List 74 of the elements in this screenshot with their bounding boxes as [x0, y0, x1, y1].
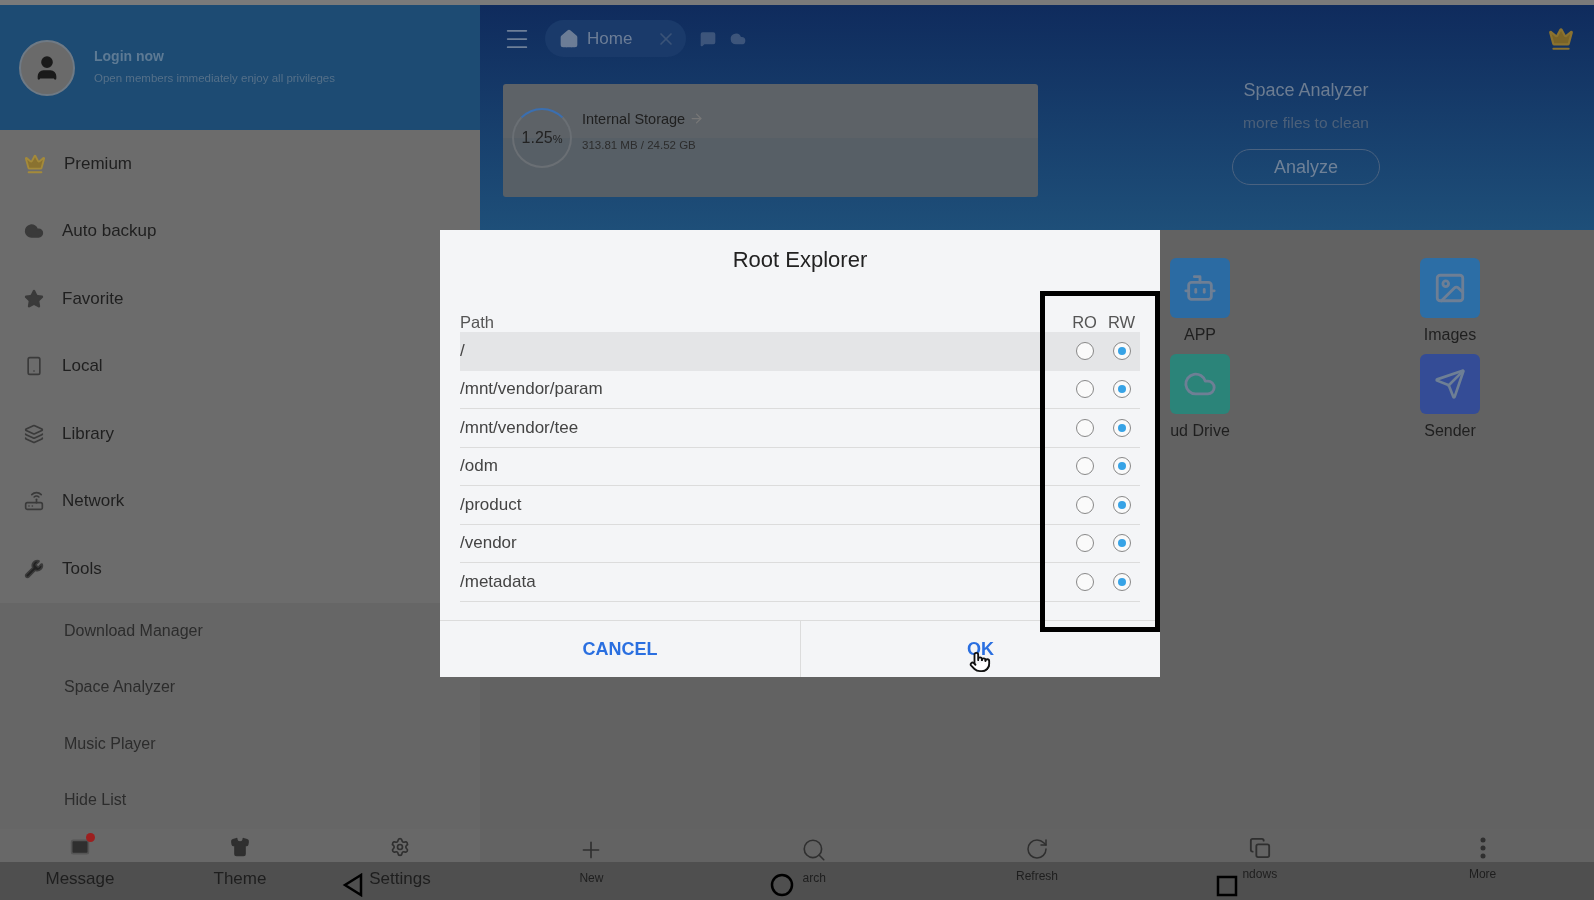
drawer-item-label[interactable]: Premium	[64, 153, 132, 174]
path-row[interactable]: /	[460, 332, 1140, 371]
storage-card[interactable]: 1.25% Internal Storage 313.81 MB / 24.52 GB	[503, 84, 1038, 197]
path-row[interactable]: /odm	[460, 447, 1140, 486]
star-icon	[24, 288, 44, 309]
wrench-icon	[24, 558, 44, 579]
path-text: /mnt/vendor/param	[460, 379, 604, 400]
path-text: /odm	[460, 456, 499, 477]
home-icon	[559, 28, 579, 49]
crown-icon[interactable]	[1548, 25, 1574, 52]
login-title[interactable]: Login now	[94, 47, 335, 64]
arrow-icon	[689, 111, 705, 126]
windows-icon	[1248, 837, 1271, 859]
radio-button[interactable]	[1112, 457, 1131, 476]
path-text: /vendor	[460, 533, 518, 554]
drawer-item-label[interactable]: Tools	[62, 558, 102, 579]
home-circle-icon[interactable]	[770, 873, 794, 897]
message-icon[interactable]	[700, 30, 717, 47]
settings-icon	[390, 837, 410, 857]
path-row[interactable]: /mnt/vendor/tee	[460, 409, 1140, 448]
path-text: /mnt/vendor/tee	[460, 417, 580, 438]
drawer-item-label[interactable]: Library	[62, 423, 114, 444]
path-row[interactable]: /product	[460, 486, 1140, 525]
layers-icon	[24, 423, 44, 444]
radio-button[interactable]	[1075, 342, 1094, 361]
phone-icon	[24, 356, 44, 377]
radio-button[interactable]	[1075, 380, 1094, 399]
path-row[interactable]: /metadata	[460, 563, 1140, 602]
path-row[interactable]: /mnt/vendor/param	[460, 370, 1140, 409]
shortcut-label: Images	[1423, 326, 1477, 344]
path-text: /metadata	[460, 571, 537, 592]
radio-button[interactable]	[1075, 572, 1094, 591]
usage-percent: 1.25%	[521, 128, 563, 147]
drawer-subitem[interactable]: Music Player	[0, 715, 480, 772]
radio-button[interactable]	[1112, 380, 1131, 399]
back-icon[interactable]	[342, 873, 364, 897]
radio-button[interactable]	[1112, 534, 1131, 553]
router-icon	[24, 491, 44, 512]
drawer-item-label[interactable]: Network	[62, 491, 125, 512]
dialog-title: Root Explorer	[731, 247, 869, 274]
ok-button[interactable]: OK	[800, 621, 1160, 677]
column-header: RO	[1071, 313, 1098, 332]
radio-button[interactable]	[1075, 495, 1094, 514]
tab-label: Home	[587, 28, 633, 49]
path-text: /	[460, 341, 466, 362]
drawer-subitem[interactable]: Hide List	[0, 772, 480, 829]
radio-button[interactable]	[1075, 534, 1094, 553]
analyzer-title: Space Analyzer	[1243, 80, 1369, 101]
radio-button[interactable]	[1112, 572, 1131, 591]
recents-icon[interactable]	[1216, 875, 1238, 897]
radio-button[interactable]	[1112, 495, 1131, 514]
shirt-icon	[230, 837, 250, 857]
storage-title: Internal Storage	[582, 110, 686, 127]
crown-icon	[24, 152, 46, 175]
column-header: RW	[1106, 313, 1137, 332]
shortcut-label: Sender	[1424, 422, 1476, 440]
shortcut-label: ud Drive	[1170, 422, 1230, 440]
column-header: Path	[460, 313, 495, 332]
drawer-item-label[interactable]: Auto backup	[62, 221, 157, 242]
avatar[interactable]	[19, 39, 75, 96]
drawer-item-label[interactable]: Local	[62, 356, 103, 377]
shortcut-label: APP	[1184, 326, 1216, 344]
drawer-item-label[interactable]: Favorite	[62, 288, 124, 309]
home-tab[interactable]: Home	[545, 20, 687, 57]
radio-button[interactable]	[1112, 342, 1131, 361]
paper-plane-icon[interactable]	[1420, 354, 1480, 414]
path-row[interactable]: /vendor	[460, 524, 1140, 563]
radio-button[interactable]	[1112, 418, 1131, 437]
more-icon	[1479, 837, 1486, 859]
storage-usage: 313.81 MB / 24.52 GB	[582, 138, 697, 151]
refresh-icon	[1025, 837, 1049, 861]
path-text: /product	[460, 494, 523, 515]
radio-button[interactable]	[1075, 457, 1094, 476]
radio-button[interactable]	[1075, 418, 1094, 437]
